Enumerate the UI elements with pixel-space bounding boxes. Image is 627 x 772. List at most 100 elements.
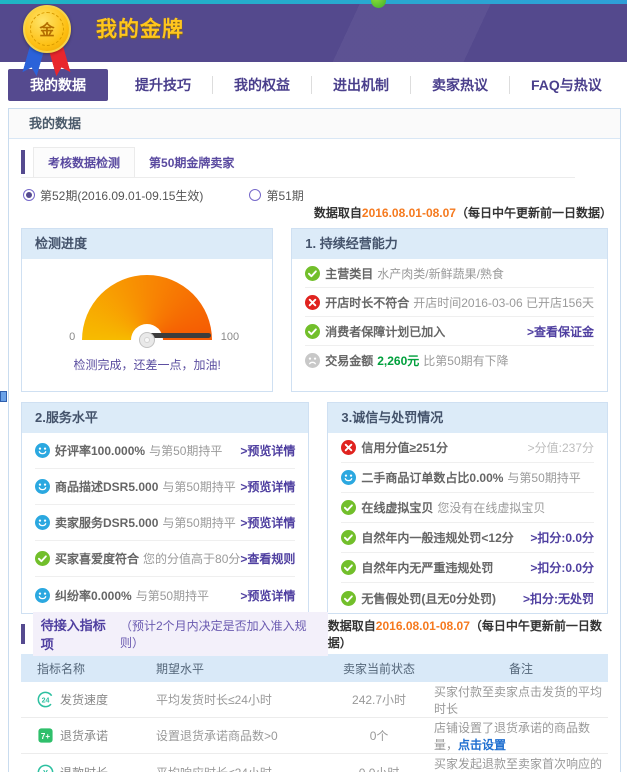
gauge-needle	[147, 333, 211, 338]
tab-seller-talk[interactable]: 卖家热议	[410, 76, 509, 94]
purple-accent-bar	[21, 150, 25, 174]
section-title: 我的数据	[9, 109, 620, 139]
item-text: 水产肉类/新鲜蔬果/熟食	[377, 265, 504, 282]
check-icon	[341, 500, 356, 515]
view-deposit-link[interactable]: >查看保证金	[527, 323, 594, 340]
item-label: 消费者保障计划已加入	[325, 323, 445, 340]
content-container: 我的数据 考核数据检测 第50期金牌卖家 第52期(2016.09.01-09.…	[8, 108, 621, 772]
panel-integrity: 3.诚信与处罚情况 信用分值≥251分 >分值:237分 二手商品订单数占比0.…	[327, 402, 608, 614]
indicator-current: 0个	[332, 727, 426, 744]
deduction-link[interactable]: >扣分:0.0分	[530, 529, 594, 546]
preview-detail-link[interactable]: >预览详情	[240, 442, 295, 459]
check-icon	[341, 560, 356, 575]
preview-detail-link[interactable]: >预览详情	[240, 587, 295, 604]
check-icon	[341, 591, 356, 606]
click-setup-link[interactable]: 点击设置	[458, 738, 506, 752]
deduction-link[interactable]: >扣分:无处罚	[523, 590, 594, 607]
deduction-link[interactable]: >扣分:0.0分	[530, 559, 594, 576]
item-label: 自然年内无严重违规处罚	[361, 559, 493, 576]
item-text: 与第50期持平	[162, 478, 235, 495]
radio-period-52-label: 第52期(2016.09.01-09.15生效)	[40, 187, 203, 204]
gauge-max-label: 100	[221, 331, 239, 343]
pending-title: 待接入指标项	[41, 615, 114, 653]
scroll-marker[interactable]	[0, 391, 7, 402]
check-icon	[35, 551, 50, 566]
panel-progress-title: 检测进度	[22, 229, 272, 259]
return-promise-icon: 7+	[37, 727, 54, 744]
pending-section-header: 待接入指标项 （预计2个月内决定是否加入准入规则） 数据取自2016.08.01…	[21, 622, 608, 646]
medal-coin: 金	[23, 5, 71, 53]
data-source-range: 2016.08.01-08.07	[362, 206, 456, 220]
tab-my-benefits[interactable]: 我的权益	[212, 76, 311, 94]
radio-unselected-icon[interactable]	[249, 189, 261, 201]
indicator-current: 0.0小时	[332, 764, 426, 772]
indicator-name: 退款时长	[60, 764, 108, 772]
item-label: 开店时长不符合	[325, 294, 409, 311]
indicator-note: 买家发起退款至卖家首次响应的平均时间	[426, 755, 608, 772]
sub-tabbar: 考核数据检测 第50期金牌卖家	[21, 147, 575, 178]
gauge-arc	[82, 275, 212, 340]
smile-icon	[341, 470, 356, 485]
col-header-note: 备注	[426, 660, 608, 677]
radio-period-51-label: 第51期	[266, 187, 303, 204]
purple-accent-bar	[21, 624, 25, 644]
col-header-expect: 期望水平	[156, 660, 332, 677]
col-header-name: 指标名称	[21, 660, 156, 677]
panels-row-2: 2.服务水平 好评率100.000% 与第50期持平 >预览详情 商品描述DSR…	[9, 392, 620, 614]
item-label: 纠纷率0.000%	[55, 587, 132, 604]
panels-row-1: 检测进度 0 100 检测完成，还差一点，加油! 1. 持续经营能力	[9, 222, 620, 392]
sad-icon	[305, 353, 320, 368]
page: 我的金牌 金 我的数据 提升技巧 我的权益 进出机制 卖家热议 FAQ与热议 我…	[0, 0, 627, 772]
preview-detail-link[interactable]: >预览详情	[240, 514, 295, 531]
refund-time-icon: ¥	[37, 764, 54, 772]
item-label: 好评率100.000%	[55, 442, 145, 459]
gauge-min-label: 0	[69, 331, 75, 343]
radio-period-52[interactable]: 第52期(2016.09.01-09.15生效)	[23, 187, 203, 204]
list-item: 自然年内一般违规处罚<12分 >扣分:0.0分	[341, 523, 594, 553]
table-row: ¥ 退款时长 平均响应时长≤24小时 0.0小时 买家发起退款至卖家首次响应的平…	[21, 754, 608, 772]
radio-selected-icon[interactable]	[23, 189, 35, 201]
page-banner: 我的金牌	[0, 4, 627, 62]
list-item: 好评率100.000% 与第50期持平 >预览详情	[35, 433, 295, 469]
item-label: 信用分值≥251分	[361, 439, 448, 456]
view-rules-link[interactable]: >查看规则	[240, 550, 295, 567]
list-item: 纠纷率0.000% 与第50期持平 >预览详情	[35, 577, 295, 613]
item-text: 您的分值高于80分	[143, 550, 240, 567]
item-label: 无售假处罚(且无0分处罚)	[361, 590, 496, 607]
list-item: 自然年内无严重违规处罚 >扣分:0.0分	[341, 553, 594, 583]
indicator-current: 242.7小时	[332, 691, 426, 708]
smile-icon	[35, 515, 50, 530]
item-label: 商品描述DSR5.000	[55, 478, 158, 495]
panel-integrity-title: 3.诚信与处罚情况	[328, 403, 607, 433]
smile-icon	[35, 443, 50, 458]
tab-faq[interactable]: FAQ与热议	[509, 76, 623, 94]
gauge-hub	[139, 332, 155, 348]
indicator-note: 店铺设置了退货承诺的商品数量，点击设置	[426, 719, 608, 753]
gauge-body: 0 100 检测完成，还差一点，加油!	[22, 275, 272, 391]
progress-gauge: 0 100	[82, 275, 212, 340]
panel-progress: 检测进度 0 100 检测完成，还差一点，加油!	[21, 228, 273, 392]
transaction-amount: 2,260元	[377, 352, 419, 369]
panel-operation: 1. 持续经营能力 主营类目 水产肉类/新鲜蔬果/熟食 开店时长不符合 开店时间…	[291, 228, 608, 392]
subtab-period-50[interactable]: 第50期金牌卖家	[135, 148, 248, 177]
list-item: 主营类目 水产肉类/新鲜蔬果/熟食	[305, 259, 594, 288]
item-label: 主营类目	[325, 265, 373, 282]
data-source-range: 2016.08.01-08.07	[376, 619, 470, 633]
item-label: 卖家服务DSR5.000	[55, 514, 158, 531]
indicator-expect: 平均响应时长≤24小时	[156, 764, 332, 772]
data-source-note: 数据取自2016.08.01-08.07（每日中午更新前一日数据）	[9, 204, 620, 222]
cross-icon	[305, 295, 320, 310]
table-row: 7+ 退货承诺 设置退货承诺商品数>0 0个 店铺设置了退货承诺的商品数量，点击…	[21, 718, 608, 754]
list-item: 信用分值≥251分 >分值:237分	[341, 433, 594, 463]
tab-entry-exit[interactable]: 进出机制	[311, 76, 410, 94]
data-source-suffix: （每日中午更新前一日数据）	[456, 206, 612, 220]
pending-data-source: 数据取自2016.08.01-08.07（每日中午更新前一日数据）	[328, 617, 608, 651]
subtab-assessment-data[interactable]: 考核数据检测	[33, 147, 135, 177]
radio-period-51[interactable]: 第51期	[249, 187, 303, 204]
preview-detail-link[interactable]: >预览详情	[240, 478, 295, 495]
panel-operation-title: 1. 持续经营能力	[292, 229, 607, 259]
speed-24-icon: 24	[37, 691, 54, 708]
svg-text:7+: 7+	[41, 732, 50, 741]
tab-improve-skills[interactable]: 提升技巧	[114, 76, 212, 94]
indicator-expect: 设置退货承诺商品数>0	[156, 727, 332, 744]
